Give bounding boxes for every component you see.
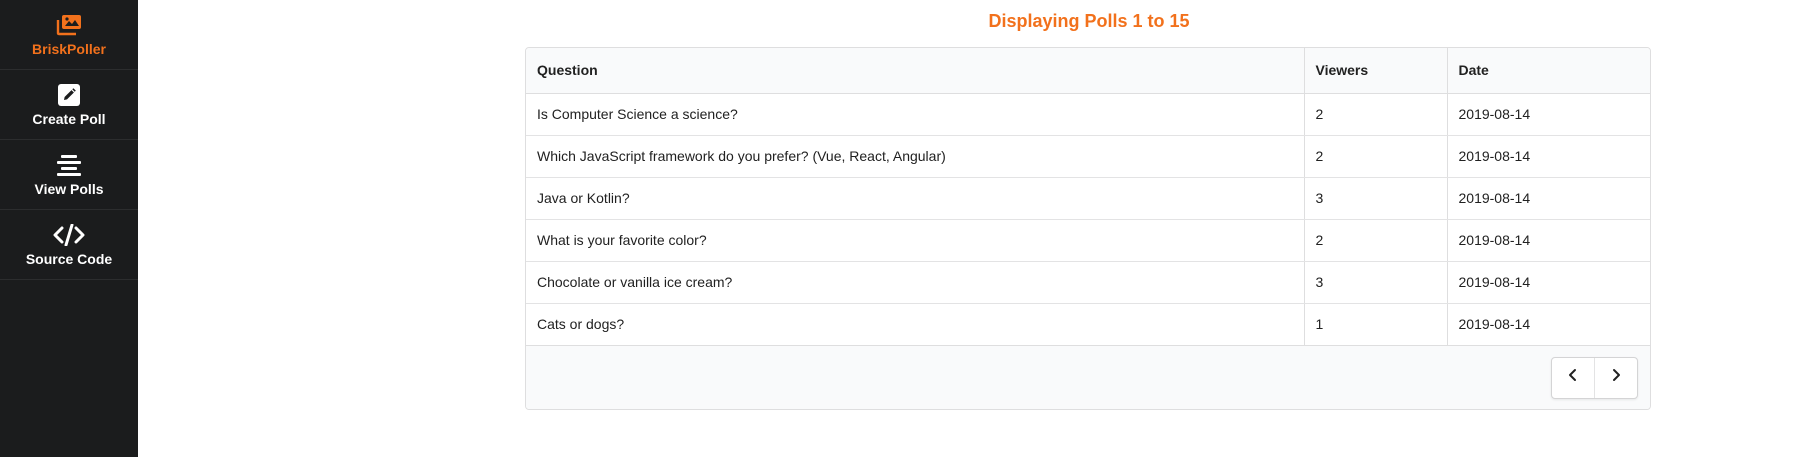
question-cell[interactable]: What is your favorite color? bbox=[526, 219, 1304, 262]
viewers-cell: 2 bbox=[1303, 93, 1447, 136]
next-page-button[interactable] bbox=[1594, 357, 1637, 398]
table-row[interactable]: What is your favorite color? 2 2019-08-1… bbox=[526, 219, 1650, 262]
edit-icon bbox=[58, 83, 80, 107]
sidebar-brand-label: BriskPoller bbox=[32, 40, 106, 57]
align-center-icon bbox=[57, 153, 81, 177]
column-header-date: Date bbox=[1446, 48, 1650, 94]
date-cell: 2019-08-14 bbox=[1446, 303, 1650, 346]
chevron-left-icon bbox=[1567, 368, 1579, 387]
sidebar-item-source-code[interactable]: Source Code bbox=[0, 210, 138, 280]
table-row[interactable]: Java or Kotlin? 3 2019-08-14 bbox=[526, 177, 1650, 220]
sidebar-item-label: View Polls bbox=[34, 180, 104, 197]
question-cell[interactable]: Java or Kotlin? bbox=[526, 177, 1304, 220]
question-cell[interactable]: Chocolate or vanilla ice cream? bbox=[526, 261, 1304, 304]
viewers-cell: 2 bbox=[1303, 135, 1447, 178]
table-row[interactable]: Is Computer Science a science? 2 2019-08… bbox=[526, 93, 1650, 136]
question-cell[interactable]: Is Computer Science a science? bbox=[526, 93, 1304, 136]
table-row[interactable]: Chocolate or vanilla ice cream? 3 2019-0… bbox=[526, 261, 1650, 304]
main-content: Displaying Polls 1 to 15 Question Viewer… bbox=[138, 0, 1793, 457]
table-row[interactable]: Cats or dogs? 1 2019-08-14 bbox=[526, 303, 1650, 346]
sidebar-item-label: Source Code bbox=[25, 250, 113, 267]
sidebar-item-create-poll[interactable]: Create Poll bbox=[0, 70, 138, 140]
images-icon bbox=[55, 13, 83, 37]
previous-page-button[interactable] bbox=[1552, 358, 1594, 398]
table-header-row: Question Viewers Date bbox=[526, 48, 1650, 94]
date-cell: 2019-08-14 bbox=[1446, 135, 1650, 178]
page-title: Displaying Polls 1 to 15 bbox=[988, 11, 1190, 31]
question-cell[interactable]: Which JavaScript framework do you prefer… bbox=[526, 135, 1304, 178]
sidebar-item-view-polls[interactable]: View Polls bbox=[0, 140, 138, 210]
table-row[interactable]: Which JavaScript framework do you prefer… bbox=[526, 135, 1650, 178]
viewers-cell: 2 bbox=[1303, 219, 1447, 262]
sidebar: BriskPoller Create Poll View Polls Sourc… bbox=[0, 0, 138, 457]
column-header-question: Question bbox=[526, 48, 1304, 94]
table-footer bbox=[526, 345, 1650, 409]
date-cell: 2019-08-14 bbox=[1446, 261, 1650, 304]
sidebar-item-label: Create Poll bbox=[32, 110, 106, 127]
sidebar-brand[interactable]: BriskPoller bbox=[0, 0, 138, 70]
date-cell: 2019-08-14 bbox=[1446, 93, 1650, 136]
viewers-cell: 3 bbox=[1303, 177, 1447, 220]
date-cell: 2019-08-14 bbox=[1446, 177, 1650, 220]
chevron-right-icon bbox=[1610, 368, 1622, 387]
column-header-viewers: Viewers bbox=[1303, 48, 1447, 94]
viewers-cell: 3 bbox=[1303, 261, 1447, 304]
code-icon bbox=[53, 223, 85, 247]
polls-table: Question Viewers Date Is Computer Scienc… bbox=[525, 47, 1651, 410]
question-cell[interactable]: Cats or dogs? bbox=[526, 303, 1304, 346]
date-cell: 2019-08-14 bbox=[1446, 219, 1650, 262]
viewers-cell: 1 bbox=[1303, 303, 1447, 346]
pagination bbox=[1551, 356, 1638, 399]
